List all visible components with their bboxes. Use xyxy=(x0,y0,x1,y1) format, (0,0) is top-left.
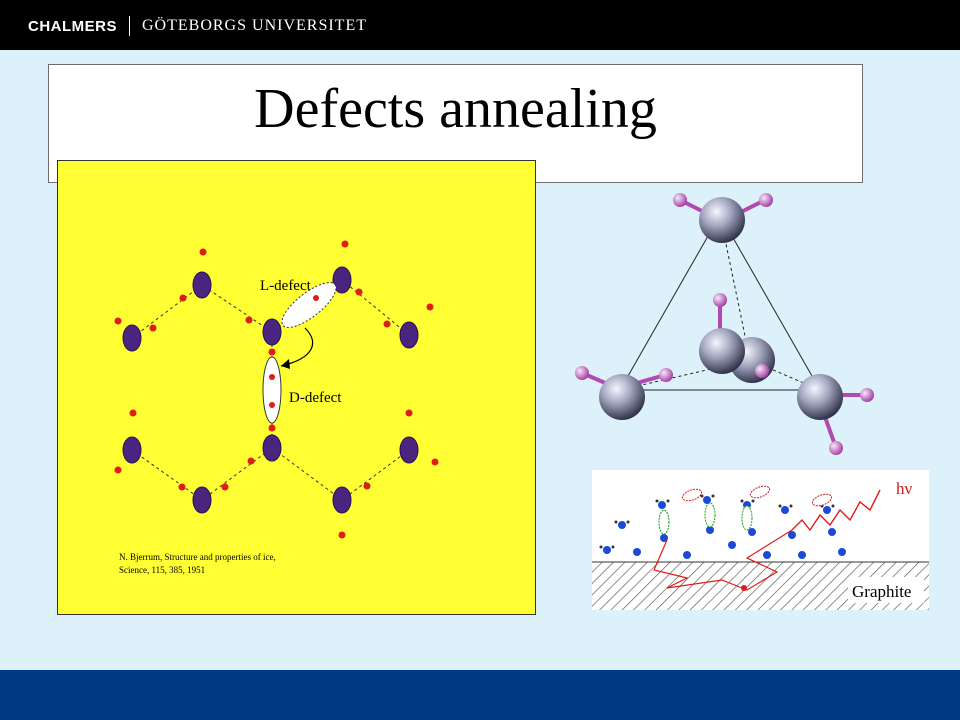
d-defect-ellipse xyxy=(262,356,282,424)
citation-line-2: Science, 115, 385, 1951 xyxy=(119,565,205,575)
l-defect-hydrogen xyxy=(313,295,319,301)
ice-panel-background xyxy=(57,160,536,615)
header-bar: CHALMERS GÖTEBORGS UNIVERSITET xyxy=(0,0,960,50)
ice-defects-diagram: L-defect D-defect N. Bjerrum, Structure … xyxy=(57,160,536,615)
citation-line-1: N. Bjerrum, Structure and properties of … xyxy=(119,552,276,562)
brand-secondary: GÖTEBORGS UNIVERSITET xyxy=(142,17,367,34)
absorption-point xyxy=(741,585,747,591)
d-defect-label: D-defect xyxy=(289,390,342,406)
footer-bar xyxy=(0,670,960,720)
brand-divider xyxy=(129,16,130,36)
graphite-label: Graphite xyxy=(852,582,911,601)
photon-label: hν xyxy=(896,479,913,498)
university-logo: CHALMERS GÖTEBORGS UNIVERSITET xyxy=(28,14,367,38)
d-defect-hydrogen xyxy=(269,374,275,380)
water-on-graphite-diagram: Graphite hν xyxy=(592,470,929,610)
brand-primary: CHALMERS xyxy=(28,17,117,35)
tetrahedral-cluster-diagram xyxy=(575,193,874,455)
l-defect-label: L-defect xyxy=(260,278,312,294)
d-defect-hydrogen xyxy=(269,402,275,408)
slide-title: Defects annealing xyxy=(254,78,657,140)
